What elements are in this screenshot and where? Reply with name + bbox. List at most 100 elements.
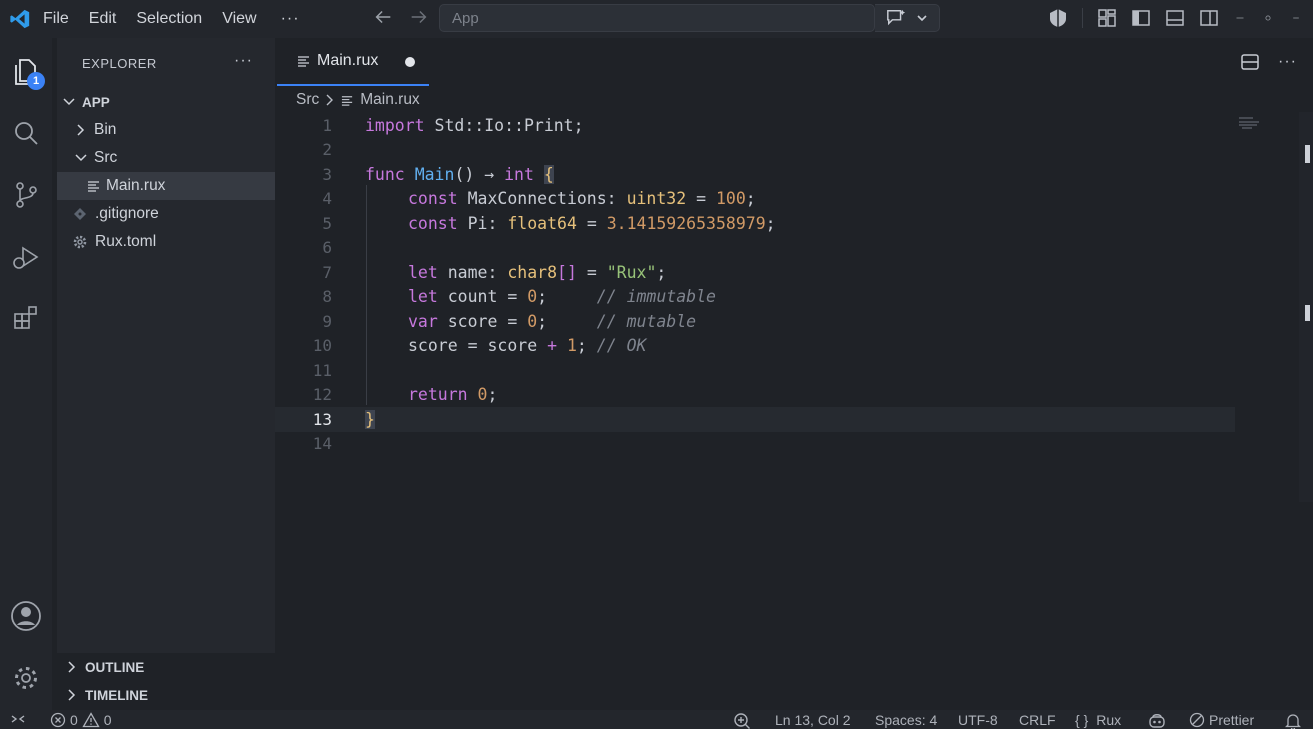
split-editor-icon[interactable] bbox=[1240, 52, 1260, 72]
minimap[interactable] bbox=[1238, 116, 1262, 130]
scrollbar-marker bbox=[1305, 305, 1310, 321]
problems-indicator[interactable]: 0 0 bbox=[50, 712, 112, 728]
tab-main-rux[interactable]: Main.rux bbox=[277, 38, 429, 86]
account-icon bbox=[11, 601, 41, 631]
code-line: 6 bbox=[275, 236, 1235, 261]
menu-view[interactable]: View bbox=[222, 10, 256, 28]
tree-file-main-rux[interactable]: Main.rux bbox=[57, 172, 275, 200]
menu-edit[interactable]: Edit bbox=[89, 10, 117, 28]
scrollbar-thumb[interactable] bbox=[1305, 145, 1310, 163]
line-text: let count = 0; // immutable bbox=[408, 287, 716, 307]
editor-more-button[interactable]: ··· bbox=[1278, 53, 1297, 71]
navigation-arrows bbox=[372, 6, 430, 28]
code-line: 12 return 0; bbox=[275, 383, 1235, 408]
tree-item-label: Main.rux bbox=[106, 177, 166, 194]
workspace-root-label: APP bbox=[82, 94, 110, 110]
line-number: 3 bbox=[322, 164, 332, 184]
code-line: 4 const MaxConnections: uint32 = 100; bbox=[275, 187, 1235, 212]
extensions-activity-button[interactable] bbox=[0, 298, 52, 338]
copilot-status[interactable] bbox=[1147, 712, 1167, 729]
eol-indicator[interactable]: CRLF bbox=[1019, 712, 1056, 728]
line-number: 10 bbox=[312, 336, 332, 356]
outline-section-header[interactable]: OUTLINE bbox=[57, 653, 275, 681]
close-window-icon[interactable] bbox=[1289, 8, 1303, 28]
title-bar: File Edit Selection View ··· App bbox=[0, 0, 1313, 38]
outline-label: OUTLINE bbox=[85, 659, 145, 675]
manage-activity-button[interactable] bbox=[0, 658, 52, 698]
prettier-status[interactable]: Prettier bbox=[1189, 712, 1254, 728]
line-number: 13 bbox=[312, 409, 332, 429]
line-text: score = score + 1; // OK bbox=[408, 336, 647, 356]
code-line: 5 const Pi: float64 = 3.14159265358979; bbox=[275, 211, 1235, 236]
accounts-shield-icon[interactable] bbox=[1048, 8, 1068, 28]
back-arrow-icon[interactable] bbox=[372, 6, 394, 28]
breadcrumb-folder[interactable]: Src bbox=[296, 91, 319, 109]
code-line: 10 score = score + 1; // OK bbox=[275, 334, 1235, 359]
chat-sparkle-icon[interactable] bbox=[885, 8, 907, 28]
vscode-logo-icon bbox=[0, 0, 40, 38]
language-label: Rux bbox=[1096, 712, 1122, 728]
tree-file-gitignore[interactable]: .gitignore bbox=[57, 200, 275, 228]
tree-item-label: .gitignore bbox=[95, 205, 159, 222]
run-debug-activity-button[interactable] bbox=[0, 237, 52, 277]
line-number: 7 bbox=[322, 262, 332, 282]
toggle-secondary-sidebar-icon[interactable] bbox=[1199, 8, 1219, 28]
line-number: 11 bbox=[312, 360, 332, 380]
command-center-search[interactable]: App bbox=[439, 4, 875, 32]
line-text: func Main() → int { bbox=[365, 164, 554, 184]
notifications-button[interactable] bbox=[1285, 712, 1301, 729]
restore-window-icon[interactable] bbox=[1261, 8, 1275, 28]
editor-tab-bar: Main.rux ··· bbox=[275, 38, 1313, 86]
explorer-more-button[interactable]: ··· bbox=[234, 52, 253, 70]
encoding-indicator[interactable]: UTF-8 bbox=[958, 712, 998, 728]
minimize-window-icon[interactable] bbox=[1233, 8, 1247, 28]
zoom-indicator[interactable] bbox=[733, 712, 751, 729]
chevron-down-icon bbox=[75, 154, 87, 162]
line-number: 12 bbox=[312, 385, 332, 405]
language-mode[interactable]: { } Rux bbox=[1075, 712, 1121, 728]
indentation-indicator[interactable]: Spaces: 4 bbox=[875, 712, 937, 728]
toggle-panel-icon[interactable] bbox=[1165, 8, 1185, 28]
toggle-primary-sidebar-icon[interactable] bbox=[1131, 8, 1151, 28]
menu-more[interactable]: ··· bbox=[281, 10, 300, 28]
unsaved-dot-icon[interactable] bbox=[405, 57, 415, 67]
accounts-activity-button[interactable] bbox=[0, 596, 52, 636]
tree-file-rux-toml[interactable]: Rux.toml bbox=[57, 228, 275, 256]
timeline-section-header[interactable]: TIMELINE bbox=[57, 681, 275, 709]
source-control-icon bbox=[16, 182, 37, 208]
customize-layout-icon[interactable] bbox=[1097, 8, 1117, 28]
line-number: 14 bbox=[312, 434, 332, 454]
remote-icon bbox=[11, 715, 25, 723]
copilot-icon bbox=[1149, 714, 1165, 728]
menu-file[interactable]: File bbox=[43, 10, 69, 28]
explorer-activity-button[interactable] bbox=[0, 52, 52, 92]
workspace-root-app[interactable]: APP bbox=[57, 88, 275, 116]
line-text: let name: char8[] = "Rux"; bbox=[408, 262, 667, 282]
forward-arrow-icon[interactable] bbox=[408, 6, 430, 28]
line-text: import Std::Io::Print; bbox=[365, 115, 584, 135]
status-bar: 0 0 Ln 13, Col 2 Spaces: 4 UTF-8 CRLF { … bbox=[0, 710, 1313, 729]
chevron-down-icon[interactable] bbox=[915, 11, 929, 25]
copilot-chat-control[interactable] bbox=[875, 4, 940, 32]
title-bar-actions bbox=[1048, 8, 1303, 28]
run-debug-icon bbox=[13, 246, 39, 269]
breadcrumb-file[interactable]: Main.rux bbox=[360, 91, 419, 109]
tree-folder-src[interactable]: Src bbox=[57, 144, 275, 172]
code-editor[interactable]: 1 import Std::Io::Print; 2 3 func Main() →… bbox=[275, 112, 1305, 710]
prohibited-icon bbox=[1189, 712, 1205, 728]
text-file-icon bbox=[298, 56, 309, 67]
editor-actions: ··· bbox=[1240, 52, 1297, 72]
braces-icon: { } bbox=[1075, 712, 1089, 728]
cursor-position[interactable]: Ln 13, Col 2 bbox=[775, 712, 851, 728]
tree-folder-bin[interactable]: Bin bbox=[57, 116, 275, 144]
line-number: 1 bbox=[322, 115, 332, 135]
menu-selection[interactable]: Selection bbox=[136, 10, 202, 28]
source-control-activity-button[interactable] bbox=[0, 175, 52, 215]
search-activity-button[interactable] bbox=[0, 113, 52, 153]
line-text: const MaxConnections: uint32 = 100; bbox=[408, 189, 756, 209]
chevron-right-icon bbox=[326, 94, 334, 106]
explorer-header: EXPLORER ··· bbox=[57, 38, 275, 88]
text-file-icon bbox=[342, 95, 353, 106]
remote-indicator[interactable] bbox=[10, 712, 26, 726]
tree-item-label: Src bbox=[94, 149, 118, 166]
